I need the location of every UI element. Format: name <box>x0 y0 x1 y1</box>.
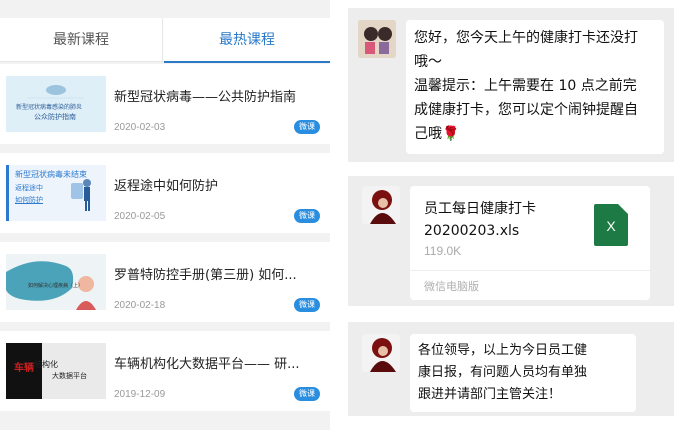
thumb-caption: 公众防护指南 <box>34 113 76 121</box>
thumb-mark: 车辆 <box>14 363 34 374</box>
traveler-icon <box>71 179 91 211</box>
chat-bubble-reminder: 您好，您今天上午的健康打卡还没打 哦～ 温馨提示：上午需要在 10 点之前完 成… <box>406 20 664 154</box>
course-title: 返程途中如何防护 <box>114 179 219 194</box>
course-tabs: 最新课程 最热课程 <box>0 18 330 63</box>
course-item[interactable]: 如何解决心理疾病（上） 罗普特防控手册(第三册) 如何... 2020-02-1… <box>0 242 330 322</box>
course-list-panel: 最新课程 最热课程 新型冠状病毒感染的肺炎 公众防护指南 新型冠状病毒——公共防… <box>0 0 330 430</box>
thumb-caption: 如何解决心理疾病（上） <box>28 283 84 289</box>
file-name: 员工每日健康打卡 20200203.xls <box>424 201 536 239</box>
chat-panel: 您好，您今天上午的健康打卡还没打 哦～ 温馨提示：上午需要在 10 点之前完 成… <box>348 0 680 430</box>
micro-course-badge: 微课 <box>294 298 320 312</box>
message-line: 成健康打卡，您可以定个闹钟提醒自 <box>414 102 638 118</box>
divider <box>410 270 650 271</box>
chat-message-group: 员工每日健康打卡 20200203.xls 119.0K X 微信电脑版 <box>348 176 674 306</box>
message-line: 各位领导，以上为今日员工健 <box>418 343 588 358</box>
tab-latest-courses[interactable]: 最新课程 <box>0 18 163 62</box>
message-line: 康日报，有问题人员均有单独 <box>418 365 588 380</box>
course-date: 2020-02-05 <box>114 211 166 222</box>
course-thumbnail: 车辆 结构化 大数据平台 <box>6 343 106 399</box>
excel-file-icon: X <box>594 204 628 246</box>
thumb-caption: 结构化 <box>34 360 58 369</box>
course-date: 2020-02-18 <box>114 300 166 311</box>
course-thumbnail: 新型冠状病毒未结束 返程途中 如何防护 <box>6 165 106 221</box>
message-line: 己哦🌹 <box>414 126 460 142</box>
course-thumbnail: 新型冠状病毒感染的肺炎 公众防护指南 <box>6 76 106 132</box>
avatar[interactable] <box>362 334 400 372</box>
message-line: 跟进并请部门主管关注！ <box>418 387 562 402</box>
tab-hot-courses[interactable]: 最热课程 <box>164 18 330 63</box>
avatar[interactable] <box>358 20 396 58</box>
cartoon-avatar-icon <box>358 20 396 58</box>
micro-course-badge: 微课 <box>294 120 320 134</box>
chat-message-group: 各位领导，以上为今日员工健 康日报，有问题人员均有单独 跟进并请部门主管关注！ <box>348 322 674 416</box>
file-source: 微信电脑版 <box>424 280 479 293</box>
course-thumbnail: 如何解决心理疾病（上） <box>6 254 106 310</box>
profile-photo-icon <box>362 186 400 224</box>
course-item[interactable]: 车辆 结构化 大数据平台 车辆机构化大数据平台—— 研... 2019-12-0… <box>0 331 330 411</box>
course-item[interactable]: 新型冠状病毒未结束 返程途中 如何防护 返程途中如何防护 2020-02-05 … <box>0 153 330 233</box>
course-date: 2019-12-09 <box>114 389 166 400</box>
thumb-caption: 新型冠状病毒感染的肺炎 <box>16 104 83 111</box>
course-item[interactable]: 新型冠状病毒感染的肺炎 公众防护指南 新型冠状病毒——公共防护指南 2020-0… <box>0 64 330 144</box>
avatar[interactable] <box>362 186 400 224</box>
message-line: 哦～ <box>414 54 442 70</box>
chat-bubble-report: 各位领导，以上为今日员工健 康日报，有问题人员均有单独 跟进并请部门主管关注！ <box>410 334 636 412</box>
course-title: 罗普特防控手册(第三册) 如何... <box>114 268 297 283</box>
course-title: 新型冠状病毒——公共防护指南 <box>114 90 297 105</box>
profile-photo-icon <box>362 334 400 372</box>
file-size: 119.0K <box>424 244 462 258</box>
micro-course-badge: 微课 <box>294 209 320 223</box>
message-line: 温馨提示：上午需要在 10 点之前完 <box>414 78 637 94</box>
message-line: 您好，您今天上午的健康打卡还没打 <box>414 30 638 46</box>
course-date: 2020-02-03 <box>114 122 166 133</box>
file-attachment-card[interactable]: 员工每日健康打卡 20200203.xls 119.0K X 微信电脑版 <box>410 186 650 300</box>
rose-icon: 🌹 <box>442 126 460 142</box>
thumb-caption: 大数据平台 <box>52 372 87 380</box>
chat-message-group: 您好，您今天上午的健康打卡还没打 哦～ 温馨提示：上午需要在 10 点之前完 成… <box>348 8 674 162</box>
micro-course-badge: 微课 <box>294 387 320 401</box>
course-title: 车辆机构化大数据平台—— 研... <box>114 357 300 372</box>
